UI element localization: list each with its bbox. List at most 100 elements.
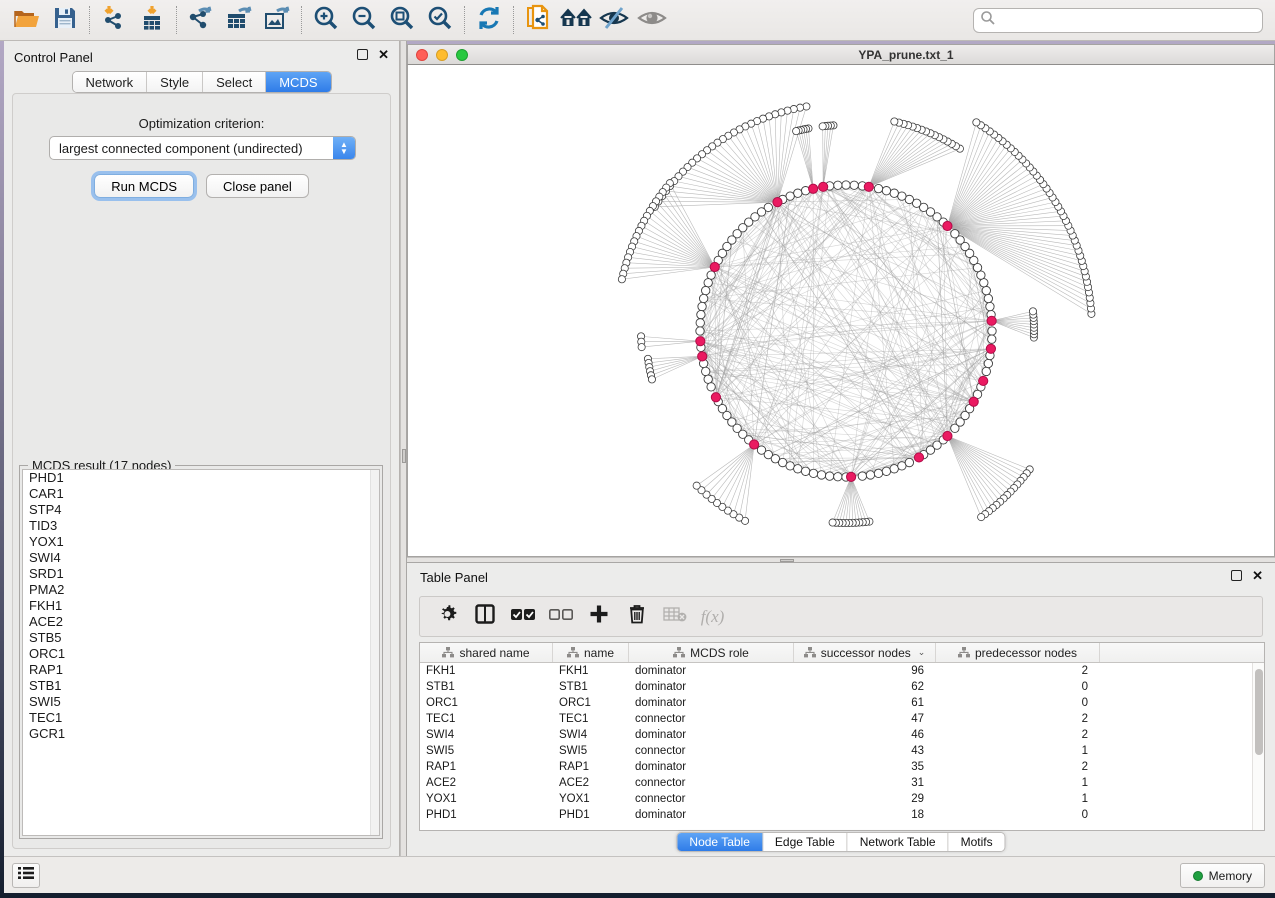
table-row[interactable]: PHD1PHD1dominator180 — [420, 807, 1252, 823]
close-panel-icon[interactable]: ✕ — [378, 49, 389, 60]
vertical-splitter[interactable] — [400, 41, 407, 856]
tab-style[interactable]: Style — [147, 72, 203, 92]
graph-node[interactable] — [842, 181, 850, 189]
open-file-button[interactable] — [8, 3, 46, 37]
zoom-selected-button[interactable] — [421, 3, 459, 37]
delete-table-button[interactable] — [658, 600, 691, 633]
run-mcds-button[interactable]: Run MCDS — [94, 174, 194, 198]
graph-node[interactable] — [696, 327, 704, 335]
graph-node[interactable] — [707, 383, 715, 391]
result-node-item[interactable]: STB5 — [23, 630, 379, 646]
graph-node[interactable] — [982, 286, 990, 294]
graph-node[interactable] — [943, 221, 952, 230]
table-row[interactable]: ORC1ORC1dominator610 — [420, 695, 1252, 711]
graph-node[interactable] — [982, 367, 990, 375]
graph-node[interactable] — [699, 294, 707, 302]
table-scrollbar[interactable] — [1252, 663, 1264, 830]
result-node-item[interactable]: TID3 — [23, 518, 379, 534]
graph-node[interactable] — [850, 181, 858, 189]
graph-node[interactable] — [702, 367, 710, 375]
tab-edge-table[interactable]: Edge Table — [763, 833, 848, 851]
deselect-all-rows-button[interactable] — [544, 600, 577, 633]
graph-node[interactable] — [987, 316, 996, 325]
graph-node[interactable] — [890, 465, 898, 473]
graph-node[interactable] — [866, 471, 874, 479]
apply-layout-button[interactable] — [470, 3, 508, 37]
graph-node[interactable] — [793, 128, 800, 135]
column-header-successor-nodes[interactable]: successor nodes⌄ — [794, 643, 936, 662]
graph-node[interactable] — [710, 262, 719, 271]
graph-node[interactable] — [696, 337, 705, 346]
graph-node[interactable] — [988, 327, 996, 335]
graph-node[interactable] — [986, 302, 994, 310]
result-node-item[interactable]: TEC1 — [23, 710, 379, 726]
graph-node[interactable] — [874, 184, 882, 192]
graph-node[interactable] — [803, 103, 810, 110]
save-session-button[interactable] — [46, 3, 84, 37]
close-panel-button[interactable]: Close panel — [206, 174, 309, 198]
select-all-rows-button[interactable] — [506, 600, 539, 633]
graph-node[interactable] — [973, 119, 980, 126]
table-scrollbar-thumb[interactable] — [1255, 669, 1263, 755]
graph-node[interactable] — [618, 276, 625, 283]
graph-node[interactable] — [898, 192, 906, 200]
graph-node[interactable] — [817, 471, 825, 479]
table-row[interactable]: TEC1TEC1connector472 — [420, 711, 1252, 727]
criterion-dropdown[interactable]: largest connected component (undirected)… — [49, 136, 356, 160]
search-field[interactable] — [973, 8, 1263, 33]
search-input[interactable] — [996, 14, 1262, 28]
graph-node[interactable] — [1029, 308, 1036, 315]
graph-node[interactable] — [874, 469, 882, 477]
graph-node[interactable] — [801, 467, 809, 475]
memory-button[interactable]: Memory — [1180, 863, 1265, 888]
graph-node[interactable] — [696, 319, 704, 327]
export-table-button[interactable] — [220, 3, 258, 37]
graph-node[interactable] — [698, 352, 707, 361]
result-node-item[interactable]: RAP1 — [23, 662, 379, 678]
graph-node[interactable] — [638, 343, 645, 350]
float-panel-icon[interactable] — [1231, 570, 1242, 581]
graph-node[interactable] — [864, 182, 873, 191]
column-header-shared-name[interactable]: shared name — [420, 643, 553, 662]
graph-node[interactable] — [984, 359, 992, 367]
function-builder-button[interactable]: f(x) — [696, 600, 729, 633]
graph-node[interactable] — [829, 519, 836, 526]
graph-node[interactable] — [882, 187, 890, 195]
result-node-item[interactable]: ORC1 — [23, 646, 379, 662]
tab-network[interactable]: Network — [72, 72, 147, 92]
select-columns-button[interactable] — [468, 600, 501, 633]
graph-node[interactable] — [988, 335, 996, 343]
graph-node[interactable] — [943, 431, 952, 440]
result-node-item[interactable]: SRD1 — [23, 566, 379, 582]
result-node-item[interactable]: YOX1 — [23, 534, 379, 550]
show-all-button[interactable] — [633, 3, 671, 37]
network-canvas[interactable] — [407, 65, 1275, 557]
network-window-titlebar[interactable]: YPA_prune.txt_1 — [407, 44, 1275, 65]
result-node-item[interactable]: STP4 — [23, 502, 379, 518]
splitter-handle[interactable] — [402, 449, 406, 463]
table-row[interactable]: YOX1YOX1connector291 — [420, 791, 1252, 807]
graph-node[interactable] — [819, 123, 826, 130]
table-row[interactable]: SWI5SWI5connector431 — [420, 743, 1252, 759]
graph-node[interactable] — [905, 458, 913, 466]
graph-node[interactable] — [834, 181, 842, 189]
graph-node[interactable] — [890, 189, 898, 197]
graph-node[interactable] — [825, 472, 833, 480]
clone-network-button[interactable] — [519, 3, 557, 37]
result-node-item[interactable]: FKH1 — [23, 598, 379, 614]
table-row[interactable]: ACE2ACE2connector311 — [420, 775, 1252, 791]
add-column-button[interactable] — [582, 600, 615, 633]
result-node-item[interactable]: PMA2 — [23, 582, 379, 598]
splitter-handle[interactable] — [780, 559, 794, 562]
graph-node[interactable] — [794, 189, 802, 197]
close-panel-icon[interactable]: ✕ — [1252, 570, 1263, 581]
graph-node[interactable] — [750, 440, 759, 449]
task-history-button[interactable] — [12, 863, 40, 888]
graph-node[interactable] — [648, 376, 655, 383]
zoom-fit-button[interactable] — [383, 3, 421, 37]
first-neighbors-button[interactable] — [557, 3, 595, 37]
table-settings-button[interactable] — [430, 600, 463, 633]
graph-node[interactable] — [858, 472, 866, 480]
graph-node[interactable] — [914, 453, 923, 462]
import-table-button[interactable] — [133, 3, 171, 37]
